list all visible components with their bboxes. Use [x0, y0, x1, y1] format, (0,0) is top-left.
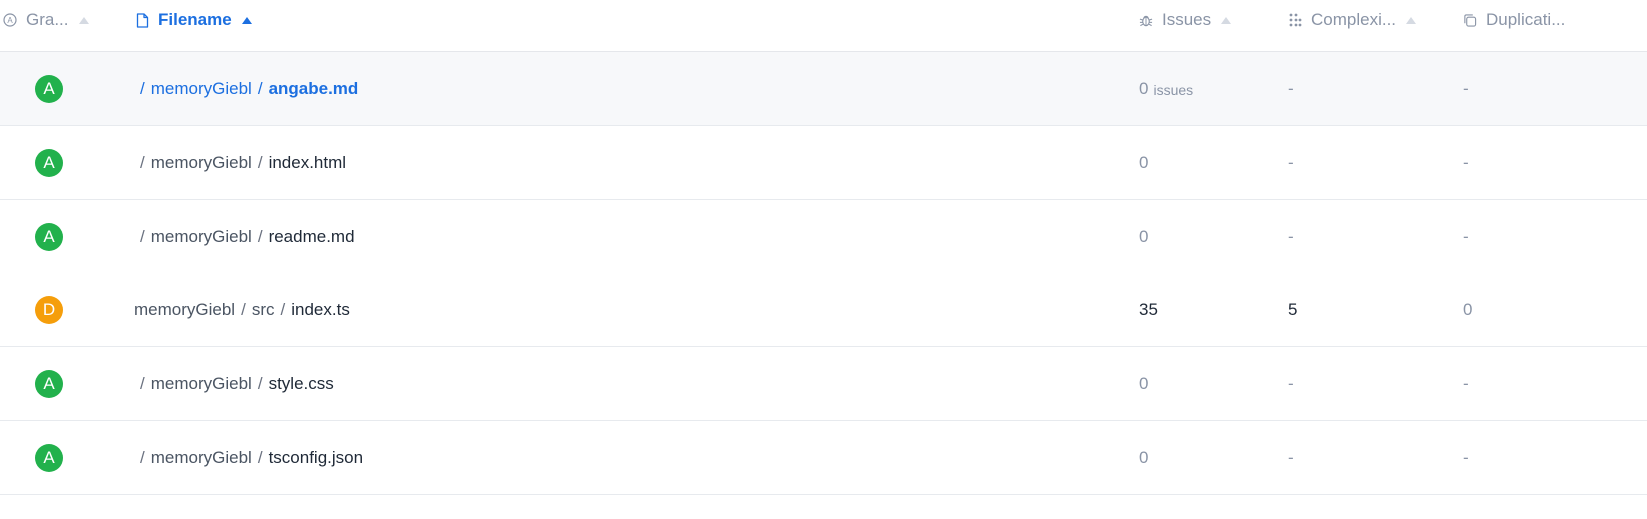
path-directory: memoryGiebl — [150, 373, 252, 393]
path-separator: / — [140, 226, 145, 246]
file-path[interactable]: memoryGiebl / src / index.ts — [134, 273, 350, 346]
file-name[interactable]: angabe.md — [269, 79, 359, 99]
complexity-cell: - — [1288, 152, 1294, 172]
issues-cell: 0 — [1139, 373, 1149, 393]
copy-icon — [1463, 13, 1477, 27]
grade-badge: A — [35, 370, 63, 398]
grade-badge: A — [35, 223, 63, 251]
path-separator: / — [257, 226, 263, 246]
duplication-cell: - — [1463, 152, 1469, 172]
file-path[interactable]: / memoryGiebl / angabe.md — [140, 52, 358, 125]
table-row[interactable]: A / memoryGiebl / angabe.md 0 issues - - — [0, 52, 1647, 126]
column-header-duplication[interactable]: Duplicati... — [1463, 0, 1565, 40]
path-separator: / — [257, 78, 263, 98]
grade-badge: A — [35, 444, 63, 472]
complexity-cell: - — [1288, 78, 1294, 98]
file-path[interactable]: / memoryGiebl / readme.md — [140, 200, 355, 273]
file-path[interactable]: / memoryGiebl / index.html — [140, 126, 346, 199]
path-directory: memoryGiebl — [134, 299, 236, 319]
column-header-duplication-label: Duplicati... — [1486, 10, 1566, 29]
path-separator: / — [241, 299, 246, 319]
issues-cell: 0 — [1139, 226, 1149, 246]
path-separator: / — [140, 447, 145, 467]
grid-dots-icon — [1288, 13, 1302, 27]
files-table: A Gra... Filename Issues Complexi... Dup… — [0, 0, 1647, 519]
path-separator: / — [280, 299, 286, 319]
issues-cell: 0 issues — [1139, 52, 1193, 125]
table-row[interactable]: A / memoryGiebl / tsconfig.json 0 - - — [0, 421, 1647, 495]
issues-cell: 0 — [1139, 447, 1149, 467]
path-directory: memoryGiebl — [150, 152, 252, 172]
grade-icon: A — [3, 13, 17, 27]
path-directory: memoryGiebl — [150, 78, 252, 98]
sort-ascending-icon — [241, 16, 252, 24]
path-directory: src — [251, 299, 275, 319]
sort-icon — [1221, 16, 1232, 24]
table-row[interactable]: D memoryGiebl / src / index.ts 35 5 0 — [0, 273, 1647, 347]
issues-cell: 0 — [1139, 152, 1149, 172]
complexity-cell: 5 — [1288, 299, 1298, 319]
file-name[interactable]: style.css — [269, 374, 334, 394]
column-header-issues-label: Issues — [1162, 10, 1212, 29]
file-path[interactable]: / memoryGiebl / style.css — [140, 347, 334, 420]
duplication-cell: - — [1463, 78, 1469, 98]
path-separator: / — [140, 373, 145, 393]
column-header-complexity-label: Complexi... — [1311, 10, 1397, 29]
file-name[interactable]: tsconfig.json — [269, 448, 364, 468]
grade-badge: A — [35, 149, 63, 177]
complexity-cell: - — [1288, 226, 1294, 246]
table-row[interactable]: A / memoryGiebl / index.html 0 - - — [0, 126, 1647, 200]
sort-icon — [78, 16, 89, 24]
column-header-grade[interactable]: A Gra... — [3, 0, 89, 40]
path-directory: memoryGiebl — [150, 447, 252, 467]
file-icon — [135, 12, 149, 28]
path-directory: memoryGiebl — [150, 226, 252, 246]
complexity-cell: - — [1288, 447, 1294, 467]
table-row[interactable]: A / memoryGiebl / style.css 0 - - — [0, 347, 1647, 421]
path-separator: / — [257, 152, 263, 172]
column-header-grade-label: Gra... — [26, 10, 69, 29]
complexity-cell: - — [1288, 373, 1294, 393]
file-name[interactable]: index.html — [269, 153, 346, 173]
column-header-filename-label: Filename — [158, 10, 232, 29]
grade-badge: D — [35, 296, 63, 324]
svg-text:A: A — [7, 16, 13, 25]
path-separator: / — [140, 78, 145, 98]
issues-cell: 35 — [1139, 299, 1158, 319]
path-separator: / — [257, 447, 263, 467]
duplication-cell: - — [1463, 373, 1469, 393]
duplication-cell: - — [1463, 447, 1469, 467]
issues-unit: issues — [1153, 81, 1194, 98]
column-header-complexity[interactable]: Complexi... — [1288, 0, 1417, 40]
file-path[interactable]: / memoryGiebl / tsconfig.json — [140, 421, 363, 494]
path-separator: / — [257, 373, 263, 393]
column-header-filename[interactable]: Filename — [135, 0, 252, 40]
table-row[interactable]: A / memoryGiebl / readme.md 0 - - — [0, 200, 1647, 274]
file-name[interactable]: index.ts — [291, 300, 350, 320]
sort-icon — [1406, 16, 1417, 24]
duplication-cell: - — [1463, 226, 1469, 246]
grade-badge: A — [35, 75, 63, 103]
column-header-issues[interactable]: Issues — [1139, 0, 1232, 40]
file-name[interactable]: readme.md — [269, 227, 355, 247]
table-header: A Gra... Filename Issues Complexi... Dup… — [0, 0, 1647, 52]
duplication-cell: 0 — [1463, 299, 1473, 319]
bug-icon — [1139, 13, 1153, 27]
path-separator: / — [140, 152, 145, 172]
issues-count: 0 — [1139, 78, 1149, 98]
